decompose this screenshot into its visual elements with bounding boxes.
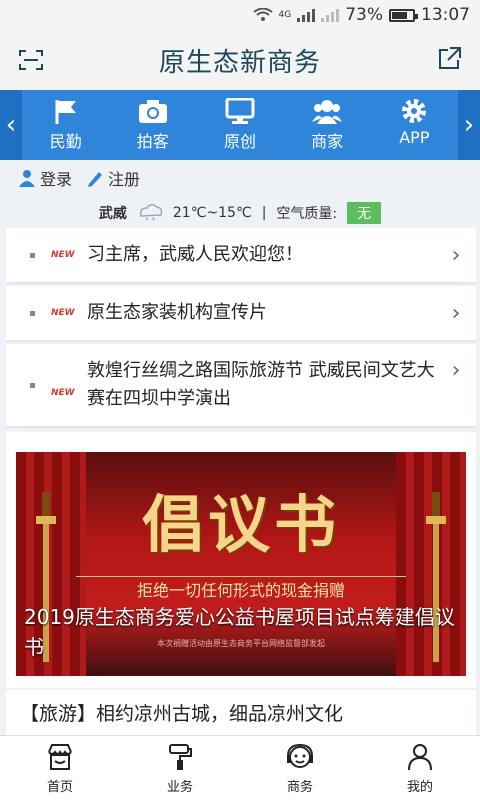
- user-icon: [19, 170, 35, 187]
- bullet-icon: [30, 310, 35, 316]
- login-label: 登录: [40, 170, 73, 189]
- person-icon: [408, 744, 432, 771]
- nav-item-minqin[interactable]: 民勤: [26, 98, 106, 152]
- store-icon: [48, 744, 72, 770]
- nav-label: APP: [399, 128, 430, 147]
- banner-card: 倡议书 拒绝一切任何形式的现金捐赠 本次捐赠活动由原生态商务平台网络监督部发起 …: [6, 432, 476, 688]
- air-quality-label: 空气质量:: [276, 206, 338, 222]
- chevron-left-icon: ‹: [5, 110, 17, 140]
- new-badge: NEW: [51, 308, 75, 318]
- monitor-icon: [225, 98, 255, 124]
- page-title: 原生态新商务: [158, 47, 321, 78]
- banner-subline: 拒绝一切任何形式的现金捐赠: [136, 581, 345, 600]
- auth-row: 登录 注册: [0, 160, 480, 196]
- tab-label: 商务: [286, 780, 313, 795]
- users-icon: [312, 100, 343, 124]
- battery-icon: [389, 8, 418, 22]
- air-quality-badge: 无: [347, 202, 382, 224]
- chevron-right-icon: ›: [451, 242, 461, 268]
- nav-next-button[interactable]: ›: [458, 90, 480, 160]
- status-bar: 4G 73% 13:07: [0, 0, 480, 30]
- nav-item-yuanchuang[interactable]: 原创: [200, 98, 280, 152]
- news-item[interactable]: NEW 敦煌行丝绸之路国际旅游节 武威民间文艺大赛在四坝中学演出 ›: [6, 344, 476, 428]
- news-title: 习主席，武威人民欢迎您！: [87, 244, 303, 265]
- tab-mine[interactable]: 我的: [360, 736, 480, 800]
- app-header: 原生态新商务: [0, 30, 480, 90]
- news-item[interactable]: NEW 原生态家装机构宣传片 ›: [6, 286, 476, 342]
- scan-icon[interactable]: [18, 48, 44, 72]
- snow-icon: * *: [139, 204, 163, 224]
- tab-commerce[interactable]: 商务: [240, 736, 360, 800]
- nav-label: 民勤: [49, 132, 82, 151]
- pencil-icon: [88, 172, 103, 187]
- flag-icon: [55, 100, 76, 124]
- paint-roller-icon: [169, 744, 192, 770]
- weather-bar: 武威 * * 21℃~15℃ | 空气质量: 无: [0, 200, 480, 226]
- proposal-banner[interactable]: 倡议书 拒绝一切任何形式的现金捐赠 本次捐赠活动由原生态商务平台网络监督部发起 …: [16, 452, 466, 676]
- tab-label: 我的: [406, 780, 433, 795]
- news-title: 原生态家装机构宣传片: [87, 302, 267, 323]
- wifi-icon: [252, 8, 273, 21]
- nav-label: 原创: [223, 132, 256, 151]
- nav-prev-button[interactable]: ‹: [0, 90, 22, 160]
- headset-icon: [287, 743, 313, 768]
- nav-label: 商家: [311, 132, 344, 151]
- tab-home[interactable]: 首页: [0, 736, 120, 800]
- weather-separator: |: [261, 205, 267, 221]
- chevron-right-icon: ›: [463, 110, 475, 140]
- share-icon[interactable]: [436, 46, 462, 72]
- tab-business[interactable]: 业务: [120, 736, 240, 800]
- chevron-right-icon: ›: [451, 358, 461, 383]
- clock: 13:07: [421, 5, 470, 25]
- network-label: 4G: [278, 10, 292, 20]
- register-button[interactable]: 注册: [86, 166, 140, 190]
- register-label: 注册: [108, 170, 141, 189]
- weather-temp: 21℃~15℃: [172, 205, 252, 221]
- banner-caption: 2019原生态商务爱心公益书屋项目试点筹建倡议书: [24, 605, 455, 659]
- news-item[interactable]: NEW 习主席，武威人民欢迎您！ ›: [6, 228, 476, 284]
- bottom-tab-bar: 首页 业务 商务 我的: [0, 735, 480, 800]
- chevron-right-icon: ›: [451, 300, 461, 326]
- new-badge: NEW: [51, 388, 75, 398]
- travel-item[interactable]: 【旅游】相约凉州古城，细品凉州文化: [6, 690, 476, 735]
- camera-icon: [138, 100, 167, 123]
- nav-item-app[interactable]: APP: [374, 98, 454, 152]
- signal-2-icon: [321, 8, 340, 22]
- bullet-icon: [30, 382, 35, 388]
- battery-percent: 73%: [345, 5, 383, 25]
- nav-label: 拍客: [136, 132, 169, 151]
- tab-label: 首页: [46, 780, 73, 795]
- travel-title: 【旅游】相约凉州古城，细品凉州文化: [20, 703, 344, 725]
- gear-icon: [402, 99, 427, 123]
- category-nav: ‹ 民勤 拍客 原创 商家 APP ›: [0, 90, 480, 160]
- signal-icon: [297, 8, 316, 22]
- svg-text:* *: * *: [145, 216, 156, 224]
- nav-item-paike[interactable]: 拍客: [113, 98, 193, 152]
- news-title: 敦煌行丝绸之路国际旅游节 武威民间文艺大赛在四坝中学演出: [87, 360, 435, 409]
- banner-headline: 倡议书: [141, 488, 340, 561]
- bullet-icon: [30, 252, 35, 258]
- tab-label: 业务: [166, 780, 193, 795]
- login-button[interactable]: 登录: [18, 166, 72, 190]
- nav-item-shangjia[interactable]: 商家: [287, 98, 367, 152]
- weather-city: 武威: [98, 206, 127, 222]
- new-badge: NEW: [51, 250, 75, 260]
